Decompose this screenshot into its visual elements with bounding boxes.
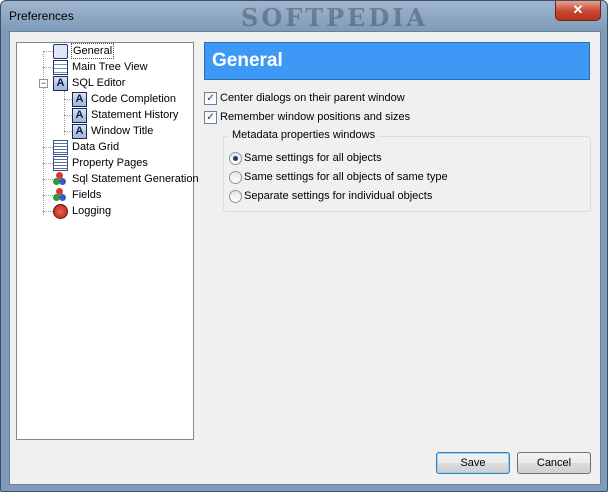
tree-item-label: Fields	[72, 189, 102, 201]
tree-connector	[43, 179, 53, 180]
tree-item-label: Sql Statement Generation	[72, 173, 199, 185]
font-a-icon: A	[53, 76, 68, 91]
tree-connector	[43, 51, 44, 215]
colored-balls-icon	[53, 172, 66, 185]
watermark-logo: SOFTPEDIA	[241, 3, 429, 32]
tree-item-label: General	[71, 43, 115, 59]
title-bar[interactable]: Preferences SOFTPEDIA ✕	[1, 1, 607, 32]
tree-connector	[43, 211, 53, 212]
tree-item-label: Statement History	[91, 109, 179, 121]
preferences-window: Preferences SOFTPEDIA ✕ General Main Tre…	[0, 0, 608, 492]
check-icon: ✓	[206, 93, 215, 104]
grid-icon	[53, 140, 68, 155]
page-title: General	[212, 50, 283, 71]
tree-connector	[64, 131, 72, 132]
tree-connector	[64, 91, 65, 135]
center-dialogs-label: Center dialogs on their parent window	[220, 92, 405, 104]
font-a-icon: A	[72, 124, 87, 139]
tree-connector	[43, 51, 53, 52]
close-icon: ✕	[572, 2, 584, 17]
tree-item-label: SQL Editor	[72, 77, 126, 89]
tree-connector	[64, 115, 72, 116]
tree-item-label: Window Title	[91, 125, 154, 137]
remember-positions-label: Remember window positions and sizes	[220, 111, 411, 123]
general-page-icon	[53, 44, 68, 59]
remember-positions-checkbox[interactable]: ✓	[204, 111, 217, 124]
separate-settings-radio[interactable]	[229, 190, 242, 203]
colored-balls-icon	[53, 188, 66, 201]
tree-connector	[43, 163, 53, 164]
collapse-icon: −	[40, 78, 47, 88]
separate-settings-label: Separate settings for individual objects	[244, 190, 433, 202]
tree-expander[interactable]: −	[39, 79, 48, 88]
same-settings-label: Same settings for all objects	[244, 152, 382, 164]
dialog-client-area: General Main Tree View − A SQL Editor A …	[9, 31, 601, 485]
page-header: General	[204, 42, 590, 80]
grid-icon	[53, 156, 68, 171]
tree-connector	[64, 99, 72, 100]
window-title: Preferences	[9, 9, 74, 23]
font-a-icon: A	[72, 108, 87, 123]
close-button[interactable]: ✕	[555, 1, 601, 21]
tree-item-label: Data Grid	[72, 141, 120, 153]
tree-connector	[43, 195, 53, 196]
font-a-icon: A	[72, 92, 87, 107]
tree-item-label: Logging	[72, 205, 112, 217]
same-type-label: Same settings for all objects of same ty…	[244, 171, 448, 183]
tree-connector	[43, 67, 53, 68]
same-type-radio[interactable]	[229, 171, 242, 184]
check-icon: ✓	[206, 112, 215, 123]
same-settings-radio[interactable]	[229, 152, 242, 165]
radio-selected-dot	[233, 156, 238, 161]
tree-item-label: Code Completion	[91, 93, 176, 105]
cancel-button[interactable]: Cancel	[517, 452, 591, 474]
tree-connector	[43, 147, 53, 148]
log-icon	[53, 204, 68, 219]
tree-view-icon	[53, 60, 68, 75]
center-dialogs-checkbox[interactable]: ✓	[204, 92, 217, 105]
save-button[interactable]: Save	[436, 452, 510, 474]
tree-item-label: Main Tree View	[72, 61, 148, 73]
tree-item-label: Property Pages	[72, 157, 148, 169]
preferences-tree[interactable]: General Main Tree View − A SQL Editor A …	[16, 42, 199, 440]
group-title: Metadata properties windows	[229, 129, 379, 141]
